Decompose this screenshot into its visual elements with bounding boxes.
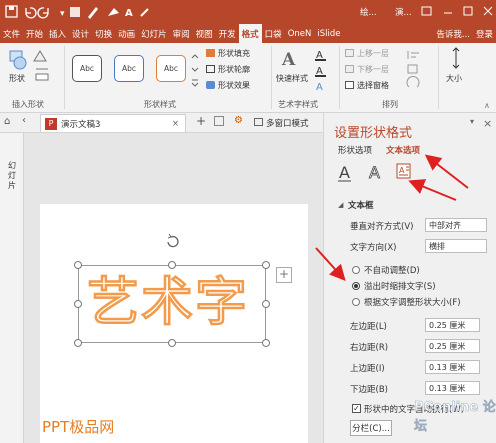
annotation-arrows — [315, 154, 469, 281]
